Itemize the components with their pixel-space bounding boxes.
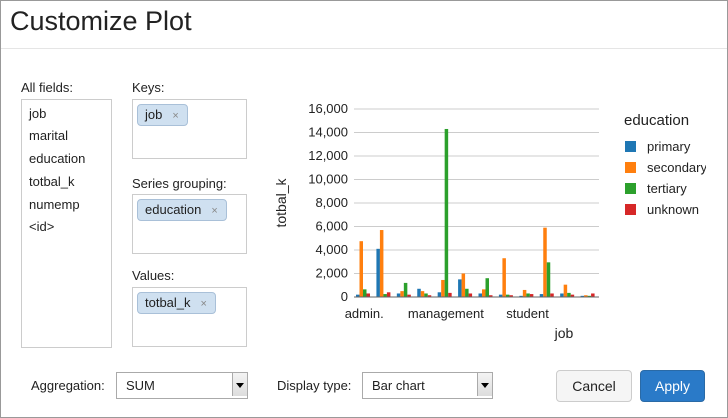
legend-label: primary xyxy=(647,139,691,154)
bar-unknown xyxy=(386,292,391,297)
bar-tertiary xyxy=(485,278,489,297)
bar-tertiary xyxy=(363,289,367,297)
x-tick-label: admin. xyxy=(345,306,384,321)
y-tick-label: 6,000 xyxy=(315,219,348,234)
aggregation-value: SUM xyxy=(126,378,155,393)
display-type-select[interactable]: Bar chart xyxy=(362,372,493,399)
all-fields-list[interactable]: job marital education totbal_k numemp <i… xyxy=(21,99,112,348)
field-job[interactable]: job xyxy=(29,106,46,121)
legend-title: education xyxy=(624,112,689,129)
series-grouping-dropzone[interactable]: education × xyxy=(132,194,247,254)
bar-unknown xyxy=(550,293,554,297)
bar-tertiary xyxy=(546,262,551,297)
apply-button[interactable]: Apply xyxy=(640,370,705,402)
tag-label: job xyxy=(145,107,163,122)
remove-tag-icon[interactable]: × xyxy=(172,110,178,122)
values-label: Values: xyxy=(132,268,175,283)
field-id[interactable]: <id> xyxy=(29,219,54,234)
series-grouping-label: Series grouping: xyxy=(132,176,227,191)
bar-secondary xyxy=(502,258,506,297)
bar-primary xyxy=(478,293,482,297)
bar-secondary xyxy=(461,273,466,297)
y-tick-label: 14,000 xyxy=(308,125,348,140)
x-tick-label: management xyxy=(408,306,484,321)
y-axis-label: totbal_k xyxy=(273,177,289,227)
bar-secondary xyxy=(522,289,527,297)
bar-chart: 0 2,000 4,000 6,000 8,000 10,000 12,000 14,000 1… xyxy=(273,101,706,341)
x-tick-label: student xyxy=(506,306,549,321)
bar-primary xyxy=(417,288,421,297)
values-tag-totbal-k[interactable]: totbal_k × xyxy=(137,292,216,314)
y-tick-label: 8,000 xyxy=(315,195,348,210)
display-type-label: Display type: xyxy=(277,378,352,393)
bar-primary xyxy=(396,293,401,297)
field-numemp[interactable]: numemp xyxy=(29,197,80,212)
field-totbal-k[interactable]: totbal_k xyxy=(29,174,75,189)
tag-label: totbal_k xyxy=(145,295,191,310)
bar-unknown xyxy=(366,293,370,297)
x-axis-label: job xyxy=(554,325,574,341)
bar-secondary xyxy=(379,230,384,297)
keys-tag-job[interactable]: job × xyxy=(137,104,188,126)
legend-swatch xyxy=(625,183,636,194)
bar-tertiary xyxy=(567,292,571,297)
bar-tertiary xyxy=(444,128,449,297)
bar-tertiary xyxy=(424,293,428,297)
dropdown-arrow-icon[interactable] xyxy=(232,373,247,396)
values-dropzone[interactable]: totbal_k × xyxy=(132,287,247,347)
dropdown-arrow-icon[interactable] xyxy=(477,373,492,396)
legend-swatch xyxy=(625,162,636,173)
bar-tertiary xyxy=(465,288,469,297)
y-tick-label: 4,000 xyxy=(315,242,348,257)
bar-secondary xyxy=(563,284,568,297)
legend-swatch xyxy=(625,204,636,215)
keys-label: Keys: xyxy=(132,80,165,95)
title-divider xyxy=(1,48,727,49)
bar-primary xyxy=(437,292,442,297)
y-tick-label: 16,000 xyxy=(308,101,348,116)
bar-primary xyxy=(458,279,462,297)
bar-secondary xyxy=(482,289,486,297)
legend-label: unknown xyxy=(647,202,699,217)
cancel-button[interactable]: Cancel xyxy=(556,370,632,402)
bar-primary xyxy=(560,293,564,297)
remove-tag-icon[interactable]: × xyxy=(211,205,217,217)
bar-secondary xyxy=(441,279,445,297)
bar-secondary xyxy=(400,291,404,297)
display-type-value: Bar chart xyxy=(372,378,425,393)
remove-tag-icon[interactable]: × xyxy=(201,298,207,310)
legend-label: tertiary xyxy=(647,181,687,196)
field-marital[interactable]: marital xyxy=(29,128,68,143)
y-tick-label: 0 xyxy=(341,289,348,304)
bar-unknown xyxy=(468,293,473,297)
keys-dropzone[interactable]: job × xyxy=(132,99,247,159)
legend-label: secondary xyxy=(647,160,706,175)
all-fields-label: All fields: xyxy=(21,80,74,95)
bar-primary xyxy=(376,248,380,297)
bar-secondary xyxy=(543,227,547,297)
field-education[interactable]: education xyxy=(29,151,85,166)
legend-swatch xyxy=(625,141,636,152)
bar-secondary xyxy=(420,291,425,297)
bar-tertiary xyxy=(526,293,530,297)
series-tag-education[interactable]: education × xyxy=(137,199,227,221)
bar-secondary xyxy=(359,241,363,297)
aggregation-label: Aggregation: xyxy=(31,378,105,393)
y-tick-label: 2,000 xyxy=(315,266,348,281)
bar-unknown xyxy=(448,292,452,297)
y-tick-label: 10,000 xyxy=(308,172,348,187)
y-tick-label: 12,000 xyxy=(308,148,348,163)
customize-plot-dialog: Customize Plot All fields: job marital e… xyxy=(0,0,728,418)
bar-unknown xyxy=(591,293,595,297)
bar-tertiary xyxy=(403,282,408,297)
dialog-title: Customize Plot xyxy=(10,6,192,36)
aggregation-select[interactable]: SUM xyxy=(116,372,248,399)
tag-label: education xyxy=(145,202,202,217)
